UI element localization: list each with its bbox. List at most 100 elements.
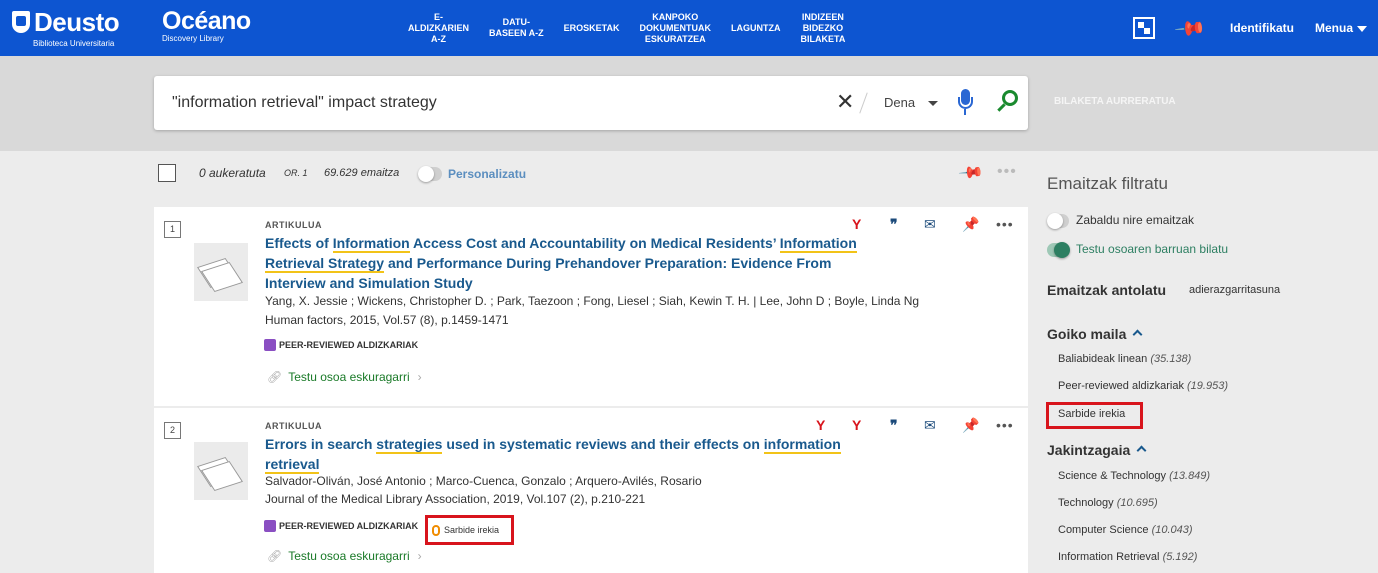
citation-trail-icon[interactable]: Y	[852, 416, 861, 434]
chevron-down-icon[interactable]	[928, 101, 938, 106]
search-box: "information retrieval" impact strategy …	[154, 76, 1028, 130]
citation-icon[interactable]: ❞	[890, 416, 898, 434]
nav-interlibrary[interactable]: KANPOKO DOKUMENTUAK ESKURATZEA	[630, 0, 722, 56]
result-authors: Salvador-Oliván, José Antonio ; Marco-Cu…	[265, 474, 702, 488]
peer-label: PEER-REVIEWED ALDIZKARIAK	[279, 340, 419, 350]
more-icon[interactable]: •••	[996, 215, 1014, 233]
open-access-label: Sarbide irekia	[444, 525, 500, 535]
result-title[interactable]: Effects of Information Access Cost and A…	[265, 233, 865, 293]
search-icon[interactable]	[996, 90, 1020, 114]
fulltext-link[interactable]: 🔗︎ Testu osoa eskuragarri ›	[267, 370, 422, 384]
title-highlight: Information	[332, 235, 410, 253]
result-authors: Yang, X. Jessie ; Wickens, Christopher D…	[265, 294, 920, 308]
citation-trail-icon[interactable]: Y	[852, 215, 861, 233]
chevron-up-icon	[1132, 329, 1143, 340]
results-header: 0 aukeratuta OR. 1 69.629 emaitza Person…	[154, 151, 1028, 207]
scope-select[interactable]: Dena	[884, 95, 915, 110]
section-label: Jakintzagaia	[1047, 442, 1131, 458]
section-top-level[interactable]: Goiko maila	[1047, 326, 1143, 342]
sort-select[interactable]: adierazgarritasuna	[1189, 284, 1280, 296]
more-icon[interactable]: •••	[997, 163, 1017, 181]
fulltext-label: Testu osoa eskuragarri	[288, 549, 410, 563]
facet-subject[interactable]: Computer Science (10.043)	[1058, 524, 1193, 536]
facet-subject[interactable]: Technology (10.695)	[1058, 497, 1158, 509]
result-number: 1	[164, 221, 181, 238]
citation-icon[interactable]: ❞	[890, 215, 898, 233]
personalize-toggle[interactable]	[418, 166, 442, 182]
page-number: OR. 1	[284, 168, 308, 178]
title-part: Access Cost and Accountability on Medica…	[409, 235, 780, 251]
expand-results-label[interactable]: Zabaldu nire emaitzak	[1076, 213, 1194, 227]
facet-count: (19.953)	[1187, 380, 1228, 392]
sort-label: Emaitzak antolatu	[1047, 282, 1167, 298]
clear-icon[interactable]: ✕	[836, 91, 854, 113]
logo-name: Deusto	[34, 7, 120, 37]
result-title[interactable]: Errors in search strategies used in syst…	[265, 434, 865, 474]
menu-button[interactable]: Menua	[1315, 21, 1368, 35]
facet-open-access[interactable]: Sarbide irekia	[1058, 408, 1125, 420]
pin-icon[interactable]: 📌	[962, 416, 979, 434]
oceano-title: Océano	[162, 7, 251, 35]
nav-help[interactable]: LAGUNTZA	[721, 0, 791, 56]
nav-purchases[interactable]: EROSKETAK	[554, 0, 630, 56]
fulltext-search-toggle[interactable]	[1047, 242, 1070, 258]
title-highlight: strategies	[376, 436, 443, 454]
link-icon: 🔗︎	[267, 370, 283, 384]
result-type: ARTIKULUA	[265, 421, 322, 431]
sidebar-title: Emaitzak filtratu	[1047, 174, 1168, 193]
nav-ejournals[interactable]: E- ALDIZKARIEN A-Z	[398, 0, 479, 56]
facet-count: (10.043)	[1151, 524, 1193, 536]
select-all-checkbox[interactable]	[158, 164, 176, 182]
chevron-up-icon	[1136, 445, 1147, 456]
facet-count: (10.695)	[1116, 497, 1158, 509]
shield-icon	[12, 11, 30, 33]
facet-label: Technology	[1058, 497, 1114, 509]
result-card: 2 ARTIKULUA Errors in search strategies …	[154, 408, 1028, 573]
facet-peer-reviewed[interactable]: Peer-reviewed aldizkariak (19.953)	[1058, 380, 1228, 392]
result-source: Human factors, 2015, Vol.57 (8), p.1459-…	[265, 313, 509, 327]
nav-databases[interactable]: DATU- BASEEN A-Z	[479, 0, 554, 56]
chevron-right-icon: ›	[417, 549, 422, 563]
facet-label: Information Retrieval	[1058, 551, 1160, 563]
result-source: Journal of the Medical Library Associati…	[265, 492, 646, 506]
peer-reviewed-badge: PEER-REVIEWED ALDIZKARIAK	[264, 339, 418, 351]
more-icon[interactable]: •••	[996, 416, 1014, 434]
advanced-search-link[interactable]: BILAKETA AURRERATUA	[1054, 96, 1176, 107]
selected-count: 0 aukeratuta	[199, 166, 266, 180]
search-band: "information retrieval" impact strategy …	[0, 56, 1378, 151]
facet-count: (5.192)	[1162, 551, 1198, 563]
facet-label: Sarbide irekia	[1058, 408, 1126, 420]
results-total: 69.629 emaitza	[324, 167, 400, 179]
facet-label: Science & Technology	[1058, 470, 1167, 482]
peer-label: PEER-REVIEWED ALDIZKARIAK	[279, 521, 419, 531]
citations-icon[interactable]: Y	[816, 416, 825, 434]
title-part: Effects of	[265, 235, 333, 251]
search-input[interactable]: "information retrieval" impact strategy	[172, 76, 437, 130]
facet-subject[interactable]: Science & Technology (13.849)	[1058, 470, 1210, 482]
pin-icon[interactable]: 📌	[962, 215, 979, 233]
sign-in-link[interactable]: Identifikatu	[1230, 21, 1294, 35]
facet-label: Computer Science	[1058, 524, 1149, 536]
pin-icon[interactable]: 📌	[1173, 11, 1208, 46]
main-nav: E- ALDIZKARIEN A-Z DATU- BASEEN A-Z EROS…	[398, 0, 855, 56]
qr-code-icon[interactable]	[1133, 17, 1155, 39]
book-icon	[264, 339, 276, 351]
fulltext-link[interactable]: 🔗︎ Testu osoa eskuragarri ›	[267, 549, 422, 563]
logo-subtitle: Biblioteca Universitaria	[33, 39, 115, 48]
peer-reviewed-badge: PEER-REVIEWED ALDIZKARIAK	[264, 520, 418, 532]
facet-subject[interactable]: Information Retrieval (5.192)	[1058, 551, 1197, 563]
oceano-logo[interactable]: Océano Discovery Library	[162, 7, 251, 43]
result-type: ARTIKULUA	[265, 220, 322, 230]
section-subject[interactable]: Jakintzagaia	[1047, 442, 1147, 458]
pin-icon[interactable]: 📌	[957, 159, 985, 187]
email-icon[interactable]: ✉	[924, 215, 936, 233]
open-access-badge: Sarbide irekia	[425, 515, 514, 545]
facet-online-resources[interactable]: Baliabideak linean (35.138)	[1058, 353, 1191, 365]
microphone-icon[interactable]	[958, 89, 973, 117]
nav-index-search[interactable]: INDIZEEN BIDEZKO BILAKETA	[791, 0, 856, 56]
personalize-label[interactable]: Personalizatu	[448, 167, 526, 181]
fulltext-search-label[interactable]: Testu osoaren barruan bilatu	[1076, 242, 1228, 256]
expand-results-toggle[interactable]	[1047, 213, 1069, 229]
email-icon[interactable]: ✉	[924, 416, 936, 434]
filter-sidebar: Emaitzak filtratu Zabaldu nire emaitzak …	[1028, 151, 1378, 573]
